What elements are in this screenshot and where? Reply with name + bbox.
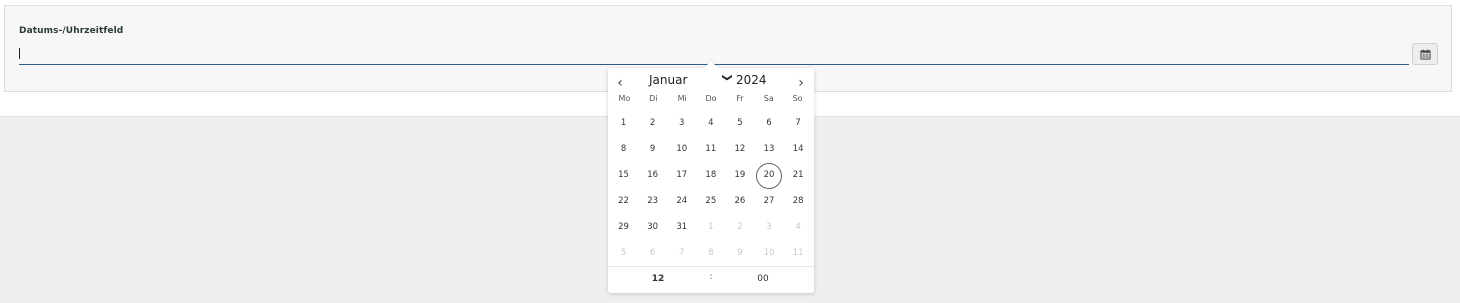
day-cell[interactable]: 8 (696, 240, 725, 266)
weekday-label: Sa (763, 94, 774, 103)
day-cell[interactable]: 4 (784, 214, 813, 240)
day-cell[interactable]: 10 (754, 240, 783, 266)
day-cell[interactable]: 16 (638, 162, 667, 188)
day-cell[interactable]: 5 (609, 240, 638, 266)
day-cell[interactable]: 21 (784, 162, 813, 188)
weekday-header: Mo Di Mi Do Fr Sa So (608, 94, 814, 103)
minute-input[interactable]: 00 (753, 274, 773, 284)
days-grid: 1 2 3 4 5 6 7 8 9 10 11 12 13 14 15 16 17 18 19 20 21 22 23 24 2… (608, 110, 814, 266)
chevron-down-icon: ❮ (721, 73, 733, 82)
day-cell[interactable]: 3 (754, 214, 783, 240)
chevron-right-icon[interactable]: › (794, 75, 808, 91)
datetime-input[interactable] (19, 44, 1409, 65)
weekday-label: Mi (677, 94, 687, 103)
month-select[interactable]: Januar ❮ (649, 72, 733, 88)
day-cell[interactable]: 9 (638, 136, 667, 162)
calendar-button[interactable] (1412, 43, 1438, 65)
day-cell[interactable]: 26 (725, 188, 754, 214)
weekday-label: Do (705, 94, 717, 103)
day-cell[interactable]: 14 (784, 136, 813, 162)
weekday-label: Fr (736, 94, 744, 103)
day-cell[interactable]: 29 (609, 214, 638, 240)
field-label: Datums-/Uhrzeitfeld (19, 26, 124, 36)
day-cell[interactable]: 7 (667, 240, 696, 266)
day-cell[interactable]: 12 (725, 136, 754, 162)
time-separator: : (709, 272, 713, 282)
day-cell[interactable]: 30 (638, 214, 667, 240)
day-cell[interactable]: 9 (725, 240, 754, 266)
day-cell[interactable]: 17 (667, 162, 696, 188)
day-cell[interactable]: 11 (784, 240, 813, 266)
day-cell[interactable]: 25 (696, 188, 725, 214)
day-cell[interactable]: 15 (609, 162, 638, 188)
day-cell[interactable]: 18 (696, 162, 725, 188)
day-cell[interactable]: 27 (754, 188, 783, 214)
day-cell[interactable]: 11 (696, 136, 725, 162)
day-cell[interactable]: 23 (638, 188, 667, 214)
weekday-label: Mo (618, 94, 631, 103)
day-cell[interactable]: 2 (725, 214, 754, 240)
hour-input[interactable]: 12 (648, 274, 668, 284)
day-cell[interactable]: 1 (609, 110, 638, 136)
day-cell[interactable]: 8 (609, 136, 638, 162)
weekday-label: Di (649, 94, 658, 103)
day-cell-today[interactable]: 20 (754, 162, 783, 189)
day-cell[interactable]: 7 (784, 110, 813, 136)
text-caret (19, 48, 20, 59)
day-cell[interactable]: 3 (667, 110, 696, 136)
day-cell[interactable]: 1 (696, 214, 725, 240)
day-cell[interactable]: 6 (638, 240, 667, 266)
day-cell[interactable]: 19 (725, 162, 754, 188)
weekday-label: So (792, 94, 803, 103)
day-cell[interactable]: 2 (638, 110, 667, 136)
calendar-icon (1419, 48, 1431, 60)
day-cell[interactable]: 28 (784, 188, 813, 214)
day-cell[interactable]: 6 (754, 110, 783, 136)
day-cell[interactable]: 22 (609, 188, 638, 214)
chevron-left-icon[interactable]: ‹ (613, 75, 627, 91)
time-row: 12 : 00 (608, 266, 814, 294)
day-cell[interactable]: 24 (667, 188, 696, 214)
day-cell[interactable]: 5 (725, 110, 754, 136)
day-cell[interactable]: 10 (667, 136, 696, 162)
day-cell[interactable]: 13 (754, 136, 783, 162)
year-input[interactable]: 2024 (736, 73, 767, 87)
date-picker-popup: ‹ Januar ❮ 2024 › Mo Di Mi Do Fr Sa So 1234567… (608, 60, 814, 294)
month-value: Januar (649, 73, 688, 87)
day-cell[interactable]: 31 (667, 214, 696, 240)
day-cell[interactable]: 4 (696, 110, 725, 136)
